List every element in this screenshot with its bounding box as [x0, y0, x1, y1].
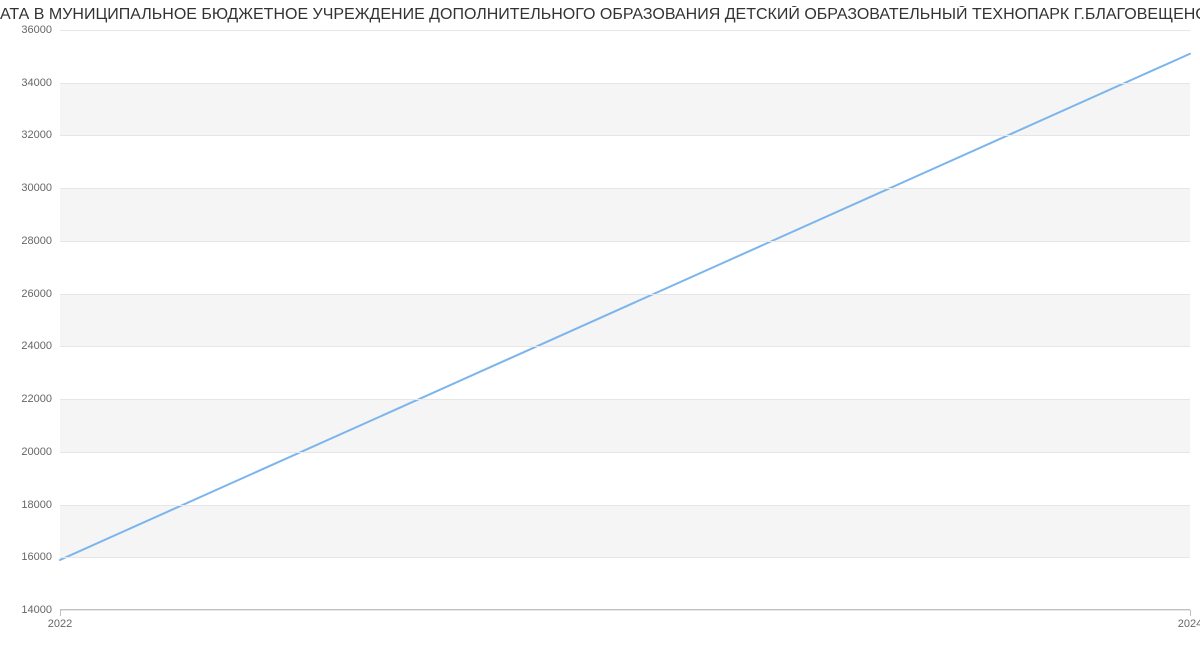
y-tick-label: 28000 — [21, 235, 52, 247]
y-tick-label: 34000 — [21, 77, 52, 89]
line-series — [60, 30, 1190, 610]
y-tick-label: 14000 — [21, 604, 52, 616]
x-tick — [60, 610, 61, 616]
y-tick-label: 32000 — [21, 129, 52, 141]
y-tick-label: 36000 — [21, 24, 52, 36]
y-tick-label: 30000 — [21, 182, 52, 194]
grid-line — [60, 452, 1190, 453]
grid-line — [60, 30, 1190, 31]
grid-line — [60, 135, 1190, 136]
y-tick-label: 20000 — [21, 446, 52, 458]
data-line — [60, 54, 1190, 560]
y-tick-label: 22000 — [21, 393, 52, 405]
chart-title: АТА В МУНИЦИПАЛЬНОЕ БЮДЖЕТНОЕ УЧРЕЖДЕНИЕ… — [0, 6, 1200, 24]
grid-line — [60, 83, 1190, 84]
y-tick-label: 18000 — [21, 499, 52, 511]
x-tick-label: 2024 — [1178, 618, 1200, 630]
y-tick-label: 26000 — [21, 288, 52, 300]
x-tick — [1190, 610, 1191, 616]
y-tick-label: 16000 — [21, 551, 52, 563]
grid-line — [60, 610, 1190, 611]
grid-line — [60, 188, 1190, 189]
x-tick-label: 2022 — [48, 618, 72, 630]
plot-area: 1400016000180002000022000240002600028000… — [60, 30, 1190, 610]
chart-container: АТА В МУНИЦИПАЛЬНОЕ БЮДЖЕТНОЕ УЧРЕЖДЕНИЕ… — [0, 0, 1200, 650]
grid-line — [60, 294, 1190, 295]
grid-line — [60, 346, 1190, 347]
grid-line — [60, 241, 1190, 242]
y-tick-label: 24000 — [21, 340, 52, 352]
grid-line — [60, 505, 1190, 506]
grid-line — [60, 557, 1190, 558]
grid-line — [60, 399, 1190, 400]
